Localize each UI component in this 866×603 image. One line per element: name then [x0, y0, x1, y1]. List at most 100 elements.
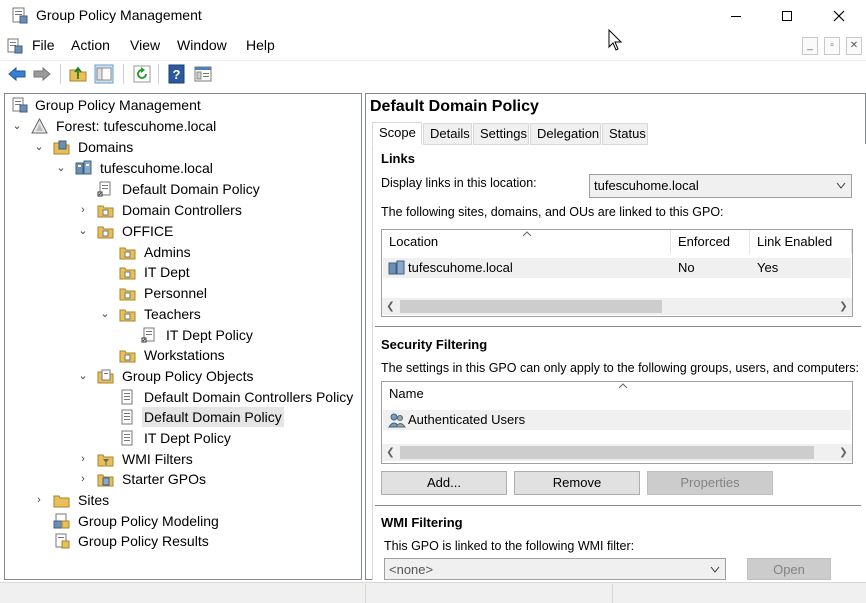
chevron-down-icon[interactable]: ⌄	[55, 158, 67, 178]
tree-label: Admins	[144, 244, 191, 260]
table-row[interactable]: Authenticated Users	[383, 410, 851, 430]
tree-node-teachers[interactable]: ⌄ Teachers	[9, 304, 349, 324]
up-folder-icon[interactable]	[68, 64, 88, 84]
tree-node-office[interactable]: ⌄ OFFICE	[9, 221, 349, 241]
column-enforced[interactable]: Enforced	[671, 230, 750, 254]
tab-delegation[interactable]: Delegation	[530, 123, 601, 145]
toolbar-separator	[158, 64, 159, 84]
menu-action[interactable]: Action	[71, 37, 110, 53]
mouse-cursor-icon	[608, 29, 623, 51]
section-divider	[375, 326, 861, 327]
tree-node-wmi-filters[interactable]: › WMI Filters	[9, 449, 349, 469]
column-name[interactable]: Name	[382, 382, 852, 406]
tab-details[interactable]: Details	[423, 123, 472, 145]
tree-node-gpm-root[interactable]: Group Policy Management	[9, 95, 349, 115]
tree-label: OFFICE	[122, 223, 174, 239]
tree-node-admins[interactable]: Admins	[9, 242, 349, 262]
maximize-button[interactable]	[764, 0, 810, 32]
links-horizontal-scrollbar[interactable]: ❮ ❯	[382, 298, 852, 315]
gpo-icon	[121, 389, 133, 405]
properties-button[interactable]: Properties	[647, 471, 773, 495]
properties-icon[interactable]	[193, 64, 213, 84]
tree-label: Domains	[78, 139, 134, 155]
toolbar-separator	[60, 64, 61, 84]
open-button[interactable]: Open	[747, 558, 831, 580]
help-icon[interactable]: ?	[167, 64, 187, 84]
tree-label: IT Dept	[144, 264, 190, 280]
links-listview[interactable]: Location Enforced Link Enabled tufescuho…	[381, 229, 853, 317]
chevron-right-icon[interactable]: ›	[77, 200, 89, 220]
menu-help[interactable]: Help	[246, 37, 275, 53]
wmi-filter-combo[interactable]: <none>	[384, 558, 726, 580]
wmi-filtering-header: WMI Filtering	[381, 515, 463, 530]
tree-node-gp-results[interactable]: Group Policy Results	[9, 531, 349, 551]
tree-node-gpo-it-dept-policy[interactable]: IT Dept Policy	[9, 428, 349, 448]
tab-settings[interactable]: Settings	[473, 123, 529, 145]
chevron-right-icon[interactable]: ›	[77, 469, 89, 489]
tab-scope[interactable]: Scope	[372, 122, 422, 145]
chevron-down-icon[interactable]: ⌄	[11, 116, 23, 136]
tree-node-sites[interactable]: › Sites	[9, 490, 349, 510]
tree-node-group-policy-objects[interactable]: ⌄ Group Policy Objects	[9, 366, 349, 386]
close-button[interactable]	[816, 0, 862, 32]
tree-label: Teachers	[144, 306, 201, 322]
add-button[interactable]: Add...	[381, 471, 507, 495]
chevron-down-icon[interactable]: ⌄	[99, 304, 111, 324]
tree-node-starter-gpos[interactable]: › Starter GPOs	[9, 469, 349, 489]
scroll-right-icon[interactable]: ❯	[835, 444, 852, 461]
forward-arrow-icon[interactable]	[32, 64, 52, 84]
sort-up-icon	[522, 231, 532, 237]
child-restore-button[interactable]: ▫	[824, 37, 840, 55]
chevron-down-icon[interactable]: ⌄	[77, 366, 89, 386]
tree-node-forest[interactable]: ⌄ Forest: tufescuhome.local	[9, 116, 349, 136]
table-row[interactable]: tufescuhome.local No Yes	[383, 258, 851, 278]
tree-node-it-dept[interactable]: IT Dept	[9, 262, 349, 282]
chevron-down-icon	[710, 566, 720, 573]
minimize-button[interactable]	[713, 0, 759, 32]
gp-modeling-icon	[53, 513, 70, 529]
menu-window[interactable]: Window	[177, 37, 227, 53]
refresh-icon[interactable]	[132, 64, 152, 84]
back-arrow-icon[interactable]	[7, 64, 27, 84]
chevron-down-icon[interactable]: ⌄	[77, 221, 89, 241]
security-listview[interactable]: Name Authenticated Users ❮ ❯	[381, 381, 853, 464]
scroll-left-icon[interactable]: ❮	[382, 444, 399, 461]
tree-label: Default Domain Controllers Policy	[144, 389, 354, 405]
child-close-button[interactable]: ✕	[846, 37, 862, 55]
tree-node-default-domain-policy-link[interactable]: Default Domain Policy	[9, 179, 349, 199]
security-horizontal-scrollbar[interactable]: ❮ ❯	[382, 444, 852, 461]
tree-label: WMI Filters	[122, 451, 193, 467]
tree-node-personnel[interactable]: Personnel	[9, 283, 349, 303]
tree-node-domain-controllers[interactable]: › Domain Controllers	[9, 200, 349, 220]
tree-node-it-dept-policy-link[interactable]: IT Dept Policy	[9, 325, 349, 345]
tree-node-gpo-default-domain-controllers-policy[interactable]: Default Domain Controllers Policy	[9, 387, 353, 407]
chevron-down-icon[interactable]: ⌄	[33, 137, 45, 157]
child-minimize-button[interactable]: _	[802, 37, 818, 55]
menu-view[interactable]: View	[130, 37, 160, 53]
scroll-right-icon[interactable]: ❯	[835, 298, 852, 315]
tree-node-domain[interactable]: ⌄ tufescuhome.local	[9, 158, 349, 178]
cell-name: Authenticated Users	[408, 412, 526, 427]
chevron-right-icon[interactable]: ›	[77, 449, 89, 469]
remove-button[interactable]: Remove	[514, 471, 640, 495]
tree-node-domains[interactable]: ⌄ Domains	[9, 137, 349, 157]
tab-status[interactable]: Status	[602, 123, 648, 145]
scroll-thumb[interactable]	[400, 300, 662, 313]
column-link-enabled[interactable]: Link Enabled	[750, 230, 852, 254]
chevron-right-icon[interactable]: ›	[33, 490, 45, 510]
scroll-left-icon[interactable]: ❮	[382, 298, 399, 315]
tree-node-workstations[interactable]: Workstations	[9, 345, 349, 365]
tree-label: Default Domain Policy	[142, 407, 284, 427]
scroll-thumb[interactable]	[400, 446, 814, 459]
tree-label: Sites	[78, 492, 110, 508]
tree-node-gpo-default-domain-policy[interactable]: Default Domain Policy	[9, 407, 349, 427]
show-hide-tree-icon[interactable]	[94, 64, 114, 84]
tree-label: Forest: tufescuhome.local	[56, 118, 217, 134]
tree-node-gp-modeling[interactable]: Group Policy Modeling	[9, 511, 349, 531]
links-header: Links	[381, 151, 415, 166]
menu-file[interactable]: File	[32, 37, 55, 53]
console-menu-icon[interactable]	[6, 38, 23, 54]
links-location-combo[interactable]: tufescuhome.local	[589, 174, 852, 198]
console-tree[interactable]: Group Policy Management ⌄ Forest: tufesc…	[4, 93, 362, 580]
tree-label: Group Policy Modeling	[78, 513, 219, 529]
